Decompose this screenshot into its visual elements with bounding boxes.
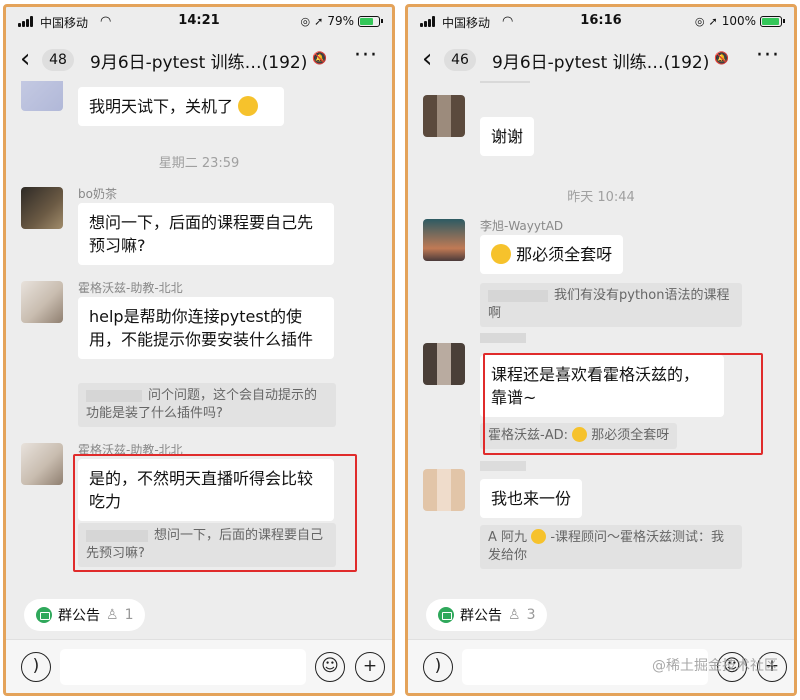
unread-count-badge[interactable]: 48: [42, 49, 74, 71]
member-count: 1: [124, 607, 134, 623]
notice-bar: 群公告 ♙ 3: [408, 591, 794, 639]
timestamp: 星期二 23:59: [158, 156, 240, 171]
input-bar: ) ☺ + @稀土掘金技术社区: [408, 639, 794, 693]
input-bar: ) ☺ +: [6, 639, 392, 693]
message-input[interactable]: [60, 649, 306, 685]
unread-count-badge[interactable]: 46: [444, 49, 476, 71]
navigation-icon: ➚: [708, 14, 718, 28]
message-bubble[interactable]: 那必须全套呀: [480, 235, 624, 274]
timestamp: 昨天 10:44: [567, 190, 635, 205]
avatar[interactable]: [423, 469, 465, 511]
battery-icon: [358, 15, 383, 27]
avatar[interactable]: [21, 187, 63, 229]
sender-name: 李旭-WayytAD: [480, 219, 564, 233]
announcement-icon: [438, 607, 454, 623]
chat-header: ‹ 46 9月6日-pytest 训练…(192) 🔕 ···: [408, 39, 794, 81]
quoted-message[interactable]: 我们有没有python语法的课程啊: [480, 283, 742, 327]
chat-title: 9月6日-pytest 训练…(192): [90, 53, 308, 73]
group-notice-button[interactable]: 群公告 ♙ 1: [24, 599, 146, 631]
mute-bell-icon: 🔕: [714, 51, 729, 65]
more-options-icon[interactable]: ···: [756, 43, 780, 68]
message-list[interactable]: 谢谢 昨天 10:44 李旭-WayytAD 那必须全套呀 我们有没有pytho…: [408, 81, 794, 591]
sender-name: 霍格沃兹-助教-北北: [78, 281, 183, 295]
sender-name: [480, 333, 526, 343]
message-bubble[interactable]: 我明天试下，关机了: [78, 87, 284, 126]
avatar[interactable]: [21, 443, 63, 485]
plus-icon[interactable]: +: [355, 652, 385, 682]
person-icon: ♙: [106, 607, 119, 623]
back-chevron-icon[interactable]: ‹: [422, 46, 444, 73]
chat-header: ‹ 48 9月6日-pytest 训练…(192) 🔕 ···: [6, 39, 392, 81]
message-text: 我明天试下，关机了: [89, 97, 234, 116]
location-icon: ◎: [694, 14, 705, 28]
sender-name: [480, 81, 530, 83]
sender-name: bo奶茶: [78, 187, 117, 201]
notice-bar: 群公告 ♙ 1: [6, 591, 392, 639]
battery-icon: [760, 15, 785, 27]
avatar[interactable]: [423, 219, 465, 261]
status-bar: 中国移动 ◠ 14:21 ◎ ➚ 79%: [6, 7, 392, 37]
battery-percent: 79%: [327, 14, 354, 28]
grinning-emoji-icon: [238, 96, 259, 116]
avatar[interactable]: [423, 343, 465, 385]
highlight-box: [483, 353, 763, 455]
status-bar: 中国移动 ◠ 16:16 ◎ ➚ 100%: [408, 7, 794, 37]
smiling-emoji-icon: [531, 529, 547, 544]
watermark: @稀土掘金技术社区: [652, 658, 778, 674]
group-notice-label: 群公告: [58, 608, 100, 624]
voice-icon[interactable]: ): [423, 652, 453, 682]
avatar[interactable]: [423, 95, 465, 137]
battery-percent: 100%: [721, 14, 756, 28]
highlight-box: [73, 454, 357, 572]
sender-name: [480, 461, 526, 471]
navigation-icon: ➚: [314, 14, 324, 28]
back-chevron-icon[interactable]: ‹: [20, 46, 42, 73]
message-bubble[interactable]: help是帮助你连接pytest的使用，不能提示你要安装什么插件: [78, 297, 334, 359]
mute-bell-icon: 🔕: [312, 51, 327, 65]
person-icon: ♙: [508, 607, 521, 623]
voice-icon[interactable]: ): [21, 652, 51, 682]
member-count: 3: [526, 607, 536, 623]
quoted-message[interactable]: 问个问题，这个会自动提示的功能是装了什么插件吗?: [78, 383, 336, 427]
chat-screen-right: 中国移动 ◠ 16:16 ◎ ➚ 100% ‹ 46 9月6日-pytest 训…: [405, 4, 797, 696]
announcement-icon: [36, 607, 52, 623]
quoted-message[interactable]: A 阿九 -课程顾问～霍格沃兹测试：我发给你: [480, 525, 742, 569]
avatar[interactable]: [21, 81, 63, 111]
more-options-icon[interactable]: ···: [354, 43, 378, 68]
group-notice-label: 群公告: [460, 608, 502, 624]
message-bubble[interactable]: 谢谢: [480, 117, 535, 156]
redacted-name: [86, 389, 142, 402]
emoji-icon[interactable]: ☺: [315, 652, 345, 682]
avatar[interactable]: [21, 281, 63, 323]
message-bubble[interactable]: 我也来一份: [480, 479, 583, 518]
chat-screen-left: 中国移动 ◠ 14:21 ◎ ➚ 79% ‹ 48 9月6日-pytest 训练…: [3, 4, 395, 696]
location-icon: ◎: [300, 14, 311, 28]
thinking-emoji-icon: [491, 244, 511, 264]
chat-title: 9月6日-pytest 训练…(192): [492, 53, 710, 73]
redacted-name: [488, 289, 548, 302]
message-list[interactable]: 我明天试下，关机了 星期二 23:59 bo奶茶 想问一下，后面的课程要自己先预…: [6, 81, 392, 591]
message-text: 那必须全套呀: [516, 245, 613, 264]
group-notice-button[interactable]: 群公告 ♙ 3: [426, 599, 548, 631]
message-bubble[interactable]: 想问一下，后面的课程要自己先预习嘛?: [78, 203, 334, 265]
